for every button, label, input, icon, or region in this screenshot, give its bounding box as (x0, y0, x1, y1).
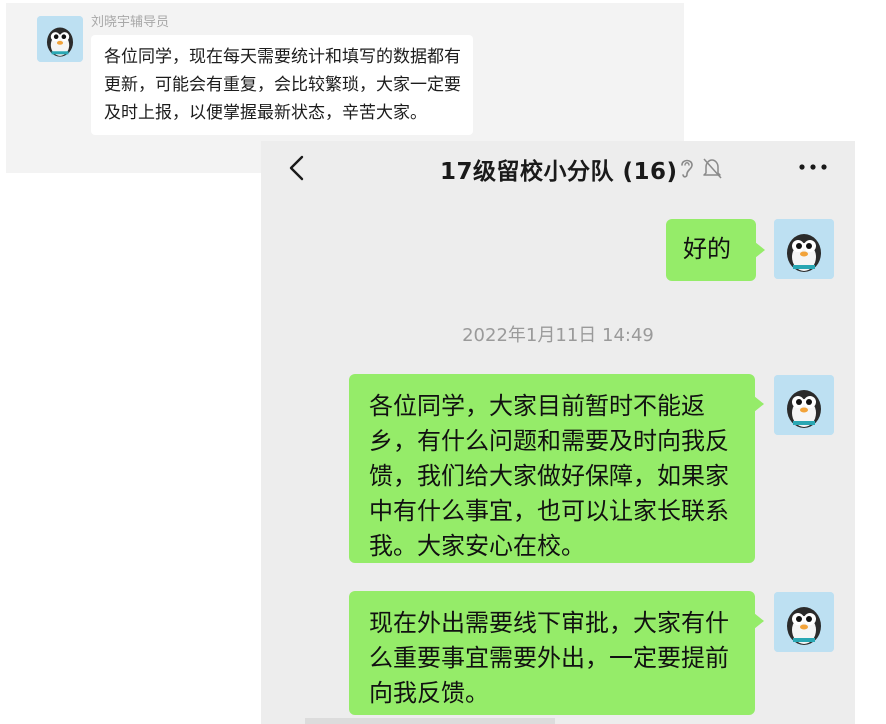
my-avatar[interactable] (774, 375, 834, 435)
mute-bell-icon (703, 158, 722, 179)
chat-nav-bar: 17级留校小分队 (16) (261, 141, 855, 196)
chat-title: 17级留校小分队 (16) (440, 159, 678, 185)
message-text: 各位同学，大家目前暂时不能返乡，有什么问题和需要及时向我反馈，我们给大家做好保障… (369, 392, 729, 560)
penguin-avatar-icon (774, 592, 834, 652)
message-text: 好的 (683, 235, 731, 263)
my-avatar[interactable] (774, 592, 834, 652)
message-bubble[interactable]: 各位同学，大家目前暂时不能返乡，有什么问题和需要及时向我反馈，我们给大家做好保障… (349, 374, 764, 563)
message-timestamp: 2022年1月11日 14:49 (462, 325, 654, 346)
message-bubble[interactable]: 各位同学，现在每天需要统计和填写的数据都有更新，可能会有重复，会比较繁琐，大家一… (91, 35, 473, 135)
bubble-tail (755, 242, 765, 258)
sender-avatar[interactable] (37, 16, 83, 62)
back-arrow-icon[interactable] (283, 153, 313, 183)
more-icon[interactable] (797, 161, 829, 173)
sender-name: 刘晓宇辅导员 (91, 15, 170, 30)
bubble-tail (754, 396, 764, 412)
bottom-divider (305, 718, 555, 724)
ear-icon (681, 159, 693, 178)
penguin-avatar-icon (774, 375, 834, 435)
bubble-tail (754, 613, 764, 629)
message-bubble[interactable]: 现在外出需要线下审批，大家有什么重要事宜需要外出，一定要提前向我反馈。 (349, 591, 764, 715)
message-bubble[interactable]: 好的 (666, 219, 765, 281)
penguin-avatar-icon (774, 219, 834, 279)
message-text: 现在外出需要线下审批，大家有什么重要事宜需要外出，一定要提前向我反馈。 (369, 609, 729, 707)
penguin-avatar-icon (37, 16, 83, 62)
my-avatar[interactable] (774, 219, 834, 279)
group-chat-screenshot: 17级留校小分队 (16) 好的 2022年1月11日 14:49 各位同学，大… (261, 141, 855, 724)
